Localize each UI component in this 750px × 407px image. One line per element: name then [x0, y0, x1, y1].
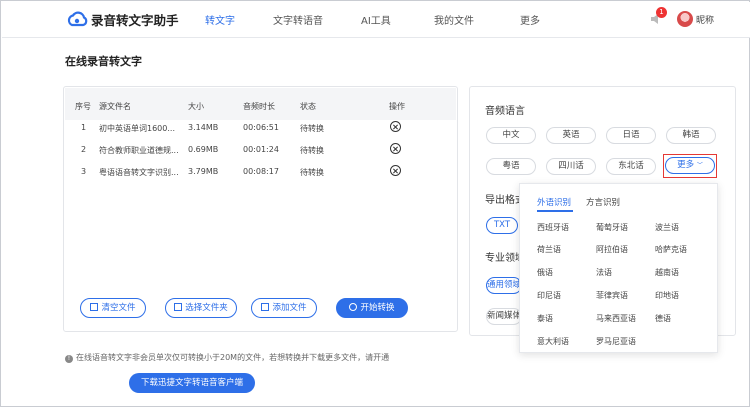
nav-my-files[interactable]: 我的文件: [434, 12, 474, 27]
lang-item[interactable]: 阿拉伯语: [596, 244, 628, 255]
info-icon: !: [65, 355, 73, 363]
notice-text: ! 在线语音转文字非会员单次仅可转换小于20M的文件，若想转换并下载更多文件，请开…: [65, 352, 389, 363]
lang-item[interactable]: 意大利语: [537, 336, 569, 347]
start-convert-button[interactable]: 开始转换: [336, 298, 408, 318]
app-window: 录音转文字助手 转文字 文字转语音 AI工具 我的文件 更多 1 昵称 在线录音…: [0, 0, 750, 407]
lang-chip-chinese[interactable]: 中文: [486, 127, 536, 144]
audio-language-title: 音频语言: [485, 106, 525, 117]
convert-icon: [349, 303, 358, 311]
row-status: 待转换: [300, 146, 324, 155]
lang-chip-cantonese[interactable]: 粤语: [486, 158, 536, 175]
row-size: 3.14MB: [188, 123, 219, 132]
add-file-button[interactable]: 添加文件: [251, 298, 317, 318]
page-title: 在线录音转文字: [65, 55, 142, 68]
delete-icon[interactable]: [390, 165, 401, 176]
lang-item[interactable]: 印尼语: [537, 290, 561, 301]
tab-dialect[interactable]: 方言识别: [586, 196, 620, 208]
folder-icon: [174, 303, 183, 311]
col-index: 序号: [75, 102, 91, 111]
nav-more[interactable]: 更多: [520, 12, 540, 27]
tab-foreign-language[interactable]: 外语识别: [537, 196, 571, 208]
lang-item[interactable]: 越南语: [655, 267, 679, 278]
cloud-logo-icon: [67, 11, 88, 27]
lang-item[interactable]: 泰语: [537, 313, 553, 324]
delete-icon[interactable]: [390, 143, 401, 154]
row-size: 0.69MB: [188, 145, 219, 154]
app-title: 录音转文字助手: [91, 13, 179, 28]
nickname[interactable]: 昵称: [696, 13, 714, 26]
nav-text-to-speech[interactable]: 文字转语音: [273, 12, 323, 27]
row-status: 待转换: [300, 124, 324, 133]
lang-item[interactable]: 德语: [655, 313, 671, 324]
clear-files-label: 清空文件: [101, 303, 136, 313]
row-index: 1: [81, 123, 87, 132]
lang-item[interactable]: 荷兰语: [537, 244, 561, 255]
choose-folder-button[interactable]: 选择文件夹: [165, 298, 237, 318]
add-file-label: 添加文件: [272, 303, 307, 313]
notice-label: 在线语音转文字非会员单次仅可转换小于20M的文件，若想转换并下载更多文件，请开通: [76, 353, 390, 362]
delete-icon[interactable]: [390, 121, 401, 132]
lang-chip-sichuan[interactable]: 四川话: [546, 158, 596, 175]
col-size: 大小: [188, 102, 204, 111]
row-duration: 00:01:24: [243, 145, 279, 154]
download-client-button[interactable]: 下载迅捷文字转语音客户端: [129, 373, 255, 393]
lang-item[interactable]: 哈萨克语: [655, 244, 687, 255]
nav-ai-tools[interactable]: AI工具: [361, 12, 391, 27]
file-list-panel: 序号 源文件名 大小 音频时长 状态 操作 1 初中英语单词1600... 3.…: [63, 86, 458, 332]
notification-badge: 1: [656, 7, 667, 18]
lang-item[interactable]: 波兰语: [655, 222, 679, 233]
row-filename: 粤语语音转文字识别...: [99, 168, 179, 177]
nav-speech-to-text[interactable]: 转文字: [205, 12, 235, 27]
lang-item[interactable]: 葡萄牙语: [596, 222, 628, 233]
col-duration: 音频时长: [243, 102, 275, 111]
lang-chip-english[interactable]: 英语: [546, 127, 596, 144]
table-row: 2 符合教师职业道德规... 0.69MB 00:01:24 待转换: [65, 139, 456, 161]
table-header: 序号 源文件名 大小 音频时长 状态 操作: [65, 88, 456, 120]
lang-item[interactable]: 印地语: [655, 290, 679, 301]
table-row: 1 初中英语单词1600... 3.14MB 00:06:51 待转换: [65, 117, 456, 139]
row-index: 3: [81, 167, 87, 176]
lang-item[interactable]: 菲律宾语: [596, 290, 628, 301]
row-filename: 符合教师职业道德规...: [99, 146, 179, 155]
domain-chip-news[interactable]: 新闻媒体: [486, 308, 522, 325]
highlight-box: [663, 154, 717, 178]
row-duration: 00:08:17: [243, 167, 279, 176]
row-status: 待转换: [300, 168, 324, 177]
col-action: 操作: [389, 102, 405, 111]
lang-item[interactable]: 马来西亚语: [596, 313, 636, 324]
lang-item[interactable]: 罗马尼亚语: [596, 336, 636, 347]
lang-item[interactable]: 法语: [596, 267, 612, 278]
row-size: 3.79MB: [188, 167, 219, 176]
active-tab-underline: [537, 210, 573, 212]
lang-chip-japanese[interactable]: 日语: [606, 127, 656, 144]
col-filename: 源文件名: [99, 102, 131, 111]
domain-chip-general[interactable]: 通用领域: [486, 277, 522, 294]
file-add-icon: [261, 303, 270, 311]
avatar[interactable]: [677, 11, 693, 27]
lang-item[interactable]: 俄语: [537, 267, 553, 278]
table-row: 3 粤语语音转文字识别... 3.79MB 00:08:17 待转换: [65, 161, 456, 183]
lang-chip-northeast[interactable]: 东北话: [606, 158, 656, 175]
row-filename: 初中英语单词1600...: [99, 124, 175, 133]
col-status: 状态: [300, 102, 316, 111]
more-languages-dropdown: 外语识别 方言识别 西班牙语 葡萄牙语 波兰语 荷兰语 阿拉伯语 哈萨克语 俄语…: [519, 183, 718, 353]
trash-icon: [90, 303, 99, 311]
lang-item[interactable]: 西班牙语: [537, 222, 569, 233]
row-duration: 00:06:51: [243, 123, 279, 132]
clear-files-button[interactable]: 清空文件: [80, 298, 146, 318]
lang-chip-korean[interactable]: 韩语: [666, 127, 716, 144]
choose-folder-label: 选择文件夹: [185, 303, 228, 313]
export-chip-txt[interactable]: TXT: [486, 217, 518, 234]
start-convert-label: 开始转换: [360, 303, 395, 313]
row-index: 2: [81, 145, 87, 154]
